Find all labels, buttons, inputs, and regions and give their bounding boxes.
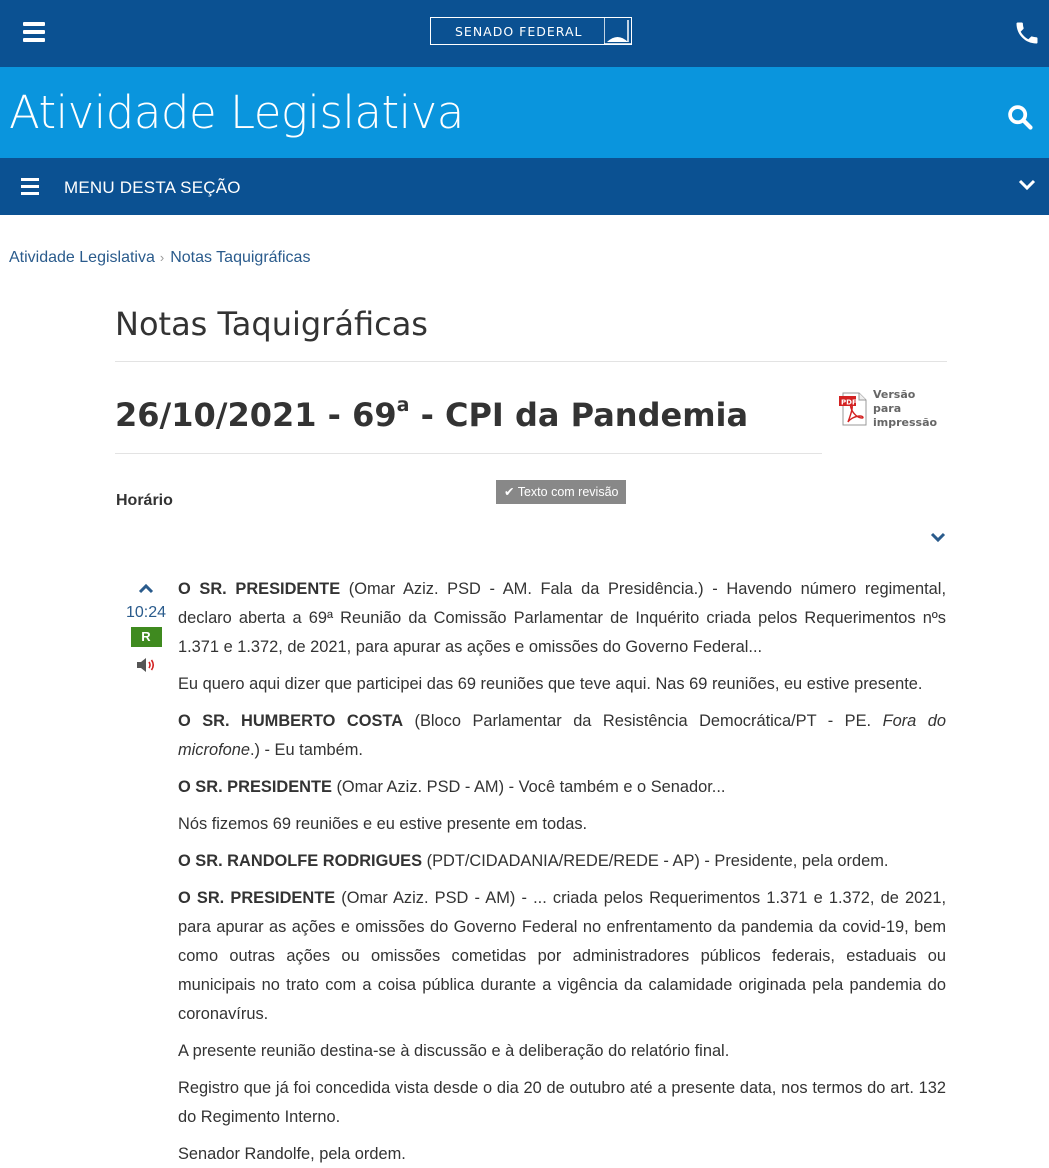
speaker-name: O SR. RANDOLFE RODRIGUES: [178, 852, 423, 870]
speaker-name: O SR. PRESIDENTE: [178, 778, 332, 796]
session-ordinal: a: [396, 394, 410, 416]
revision-badge: ✔ Texto com revisão: [496, 480, 627, 504]
speaker-name: O SR. PRESIDENTE: [178, 580, 341, 598]
senado-logo[interactable]: SENADO FEDERAL: [430, 17, 632, 45]
speaker-icon[interactable]: [135, 657, 157, 673]
speaker-name: O SR. PRESIDENTE: [178, 889, 336, 907]
transcript-paragraph: A presente reunião destina-se à discussã…: [178, 1037, 946, 1066]
transcript-paragraph: Nós fizemos 69 reuniões e eu estive pres…: [178, 810, 946, 839]
transcript-paragraph: O SR. RANDOLFE RODRIGUES (PDT/CIDADANIA/…: [178, 847, 946, 876]
breadcrumb: Atividade Legislativa › Notas Taquigráfica…: [9, 249, 310, 267]
entry-sidebar: 10:24 R: [120, 580, 172, 673]
speech-text: Eu quero aqui dizer que participei das 6…: [178, 675, 923, 693]
logo-text: SENADO FEDERAL: [455, 24, 583, 39]
section-title[interactable]: Atividade Legislativa: [9, 86, 464, 139]
chevron-down-icon[interactable]: [928, 530, 948, 546]
phone-icon[interactable]: [1013, 19, 1041, 47]
horario-label: Horário: [116, 492, 173, 509]
page-title: Notas Taquigráficas: [115, 305, 428, 343]
speech-text: .) - Eu também.: [249, 741, 363, 759]
transcript: O SR. PRESIDENTE (Omar Aziz. PSD - AM. F…: [178, 575, 946, 1168]
session-date: 26/10/2021 - 69: [115, 396, 397, 434]
session-name: - CPI da Pandemia: [409, 396, 749, 434]
breadcrumb-separator: ›: [159, 250, 165, 265]
speech-text: (Omar Aziz. PSD - AM) - Você também e o …: [331, 778, 726, 796]
section-menu-toggle[interactable]: MENU DESTA SEÇÃO: [0, 158, 1049, 215]
transcript-paragraph: O SR. PRESIDENTE (Omar Aziz. PSD - AM. F…: [178, 575, 946, 662]
print-version-label: Versão para impressão: [873, 388, 938, 429]
divider: [115, 361, 947, 362]
entry-time[interactable]: 10:24: [120, 604, 172, 622]
transcript-paragraph: O SR. HUMBERTO COSTA (Bloco Parlamentar …: [178, 707, 946, 765]
speaker-name: O SR. HUMBERTO COSTA: [178, 712, 404, 730]
breadcrumb-notas-taquigraficas[interactable]: Notas Taquigráficas: [170, 249, 310, 266]
transcript-paragraph: O SR. PRESIDENTE (Omar Aziz. PSD - AM) -…: [178, 884, 946, 1029]
chevron-up-icon[interactable]: [136, 580, 156, 596]
transcript-paragraph: Registro que já foi concedida vista desd…: [178, 1074, 946, 1132]
section-header: Atividade Legislativa: [0, 67, 1049, 158]
revision-badge-label: Texto com revisão: [517, 485, 619, 499]
breadcrumb-atividade-legislativa[interactable]: Atividade Legislativa: [9, 249, 155, 266]
speech-text: Nós fizemos 69 reuniões e eu estive pres…: [178, 815, 588, 833]
speech-text: (Bloco Parlamentar da Resistência Democr…: [403, 712, 883, 730]
menu-icon: [21, 178, 39, 199]
revision-r-badge[interactable]: R: [130, 627, 162, 647]
speech-text: A presente reunião destina-se à discussã…: [178, 1042, 730, 1060]
transcript-paragraph: Eu quero aqui dizer que participei das 6…: [178, 670, 946, 699]
section-menu-label: MENU DESTA SEÇÃO: [64, 178, 241, 197]
chevron-down-icon: [1018, 179, 1036, 191]
transcript-paragraph: Senador Randolfe, pela ordem.: [178, 1140, 946, 1168]
transcript-paragraph: O SR. PRESIDENTE (Omar Aziz. PSD - AM) -…: [178, 773, 946, 802]
speech-text: Registro que já foi concedida vista desd…: [178, 1079, 946, 1126]
divider: [115, 453, 822, 454]
main-menu-icon[interactable]: [23, 22, 45, 42]
svg-text:PDF: PDF: [841, 399, 857, 407]
search-icon[interactable]: [1006, 103, 1034, 131]
speech-text: (PDT/CIDADANIA/REDE/REDE - AP) - Preside…: [422, 852, 889, 870]
dome-icon: [604, 18, 631, 44]
top-bar: SENADO FEDERAL: [0, 0, 1049, 67]
speech-text: (Omar Aziz. PSD - AM) - ... criada pelos…: [178, 889, 946, 1023]
pdf-icon: PDF: [839, 392, 867, 426]
session-title: 26/10/2021 - 69a - CPI da Pandemia: [115, 394, 749, 434]
print-version-link[interactable]: PDF Versão para impressão: [838, 388, 947, 430]
speech-text: Senador Randolfe, pela ordem.: [178, 1145, 406, 1163]
check-icon: ✔: [504, 485, 518, 499]
